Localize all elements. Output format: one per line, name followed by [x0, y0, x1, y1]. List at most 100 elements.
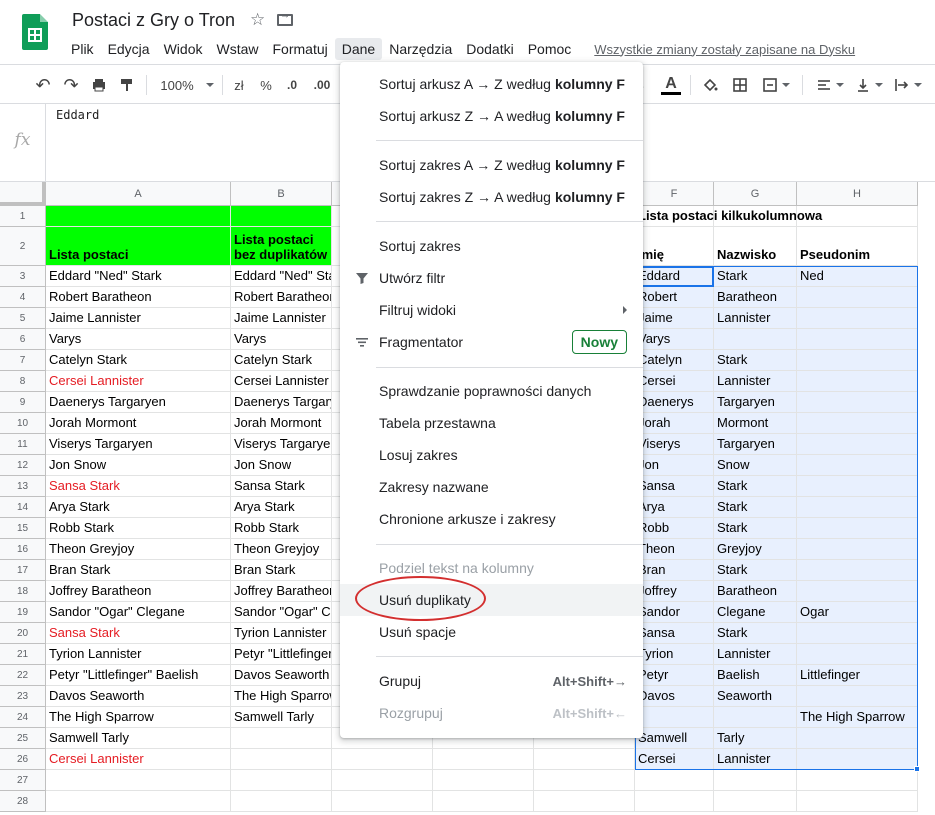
- cell[interactable]: [332, 791, 433, 812]
- cell[interactable]: [332, 749, 433, 770]
- cell[interactable]: Targaryen: [714, 392, 797, 413]
- cell[interactable]: Daenerys Targaryen: [46, 392, 231, 413]
- cell[interactable]: Cersei Lannister: [46, 371, 231, 392]
- cell[interactable]: Eddard "Ned" Stark: [231, 266, 332, 287]
- cell[interactable]: Arya Stark: [231, 497, 332, 518]
- row-header-11[interactable]: 11: [0, 434, 46, 455]
- menu-trim-whitespace[interactable]: Usuń spacje: [340, 616, 643, 648]
- fill-color-icon[interactable]: [700, 73, 720, 97]
- print-icon[interactable]: [88, 73, 110, 97]
- cell[interactable]: Baelish: [714, 665, 797, 686]
- cell[interactable]: [797, 476, 918, 497]
- text-color-button[interactable]: A: [660, 73, 682, 97]
- cell[interactable]: [433, 770, 534, 791]
- cell[interactable]: Daenerys: [635, 392, 714, 413]
- cell[interactable]: Catelyn Stark: [231, 350, 332, 371]
- cell[interactable]: Samwell Tarly: [231, 707, 332, 728]
- menu-slicer[interactable]: Fragmentator Nowy: [340, 326, 643, 358]
- row-header-21[interactable]: 21: [0, 644, 46, 665]
- cell[interactable]: [46, 791, 231, 812]
- row-header-17[interactable]: 17: [0, 560, 46, 581]
- cell[interactable]: Sandor: [635, 602, 714, 623]
- sheets-logo-icon[interactable]: [22, 14, 48, 50]
- cell[interactable]: Davos: [635, 686, 714, 707]
- cell[interactable]: Jorah: [635, 413, 714, 434]
- cell[interactable]: [797, 518, 918, 539]
- cell[interactable]: Stark: [714, 560, 797, 581]
- borders-icon[interactable]: [730, 73, 750, 97]
- menu-pomoc[interactable]: Pomoc: [521, 38, 579, 60]
- cell[interactable]: [797, 392, 918, 413]
- cell[interactable]: [797, 770, 918, 791]
- cell[interactable]: [797, 497, 918, 518]
- cell[interactable]: Pseudonim: [797, 227, 918, 266]
- cell[interactable]: [797, 329, 918, 350]
- cell[interactable]: Ogar: [797, 602, 918, 623]
- cell[interactable]: Tyrion Lannister: [46, 644, 231, 665]
- cell[interactable]: [797, 371, 918, 392]
- cell[interactable]: Sansa: [635, 623, 714, 644]
- cell[interactable]: Eddard: [635, 266, 714, 287]
- cell[interactable]: Catelyn: [635, 350, 714, 371]
- menu-dane[interactable]: Dane: [334, 38, 383, 60]
- cell[interactable]: Robb Stark: [46, 518, 231, 539]
- currency-format-button[interactable]: zł: [229, 73, 249, 97]
- menu-group[interactable]: Grupuj Alt+Shift+→: [340, 665, 643, 697]
- row-header-13[interactable]: 13: [0, 476, 46, 497]
- cell[interactable]: Jon: [635, 455, 714, 476]
- cell[interactable]: Jorah Mormont: [231, 413, 332, 434]
- cell[interactable]: Robert Baratheon: [46, 287, 231, 308]
- row-header-27[interactable]: 27: [0, 770, 46, 791]
- cell[interactable]: [797, 581, 918, 602]
- cell[interactable]: [714, 329, 797, 350]
- cell[interactable]: The High Sparrow: [797, 707, 918, 728]
- cell[interactable]: [534, 791, 635, 812]
- cell[interactable]: Tarly: [714, 728, 797, 749]
- menu-formatuj[interactable]: Formatuj: [266, 38, 335, 60]
- cell[interactable]: [797, 644, 918, 665]
- cell[interactable]: Davos Seaworth: [46, 686, 231, 707]
- cell[interactable]: [797, 791, 918, 812]
- cell[interactable]: Stark: [714, 350, 797, 371]
- cell[interactable]: [46, 206, 231, 227]
- decrease-decimals-button[interactable]: .0: [281, 73, 303, 97]
- cell[interactable]: Robb: [635, 518, 714, 539]
- menu-named-ranges[interactable]: Zakresy nazwane: [340, 471, 643, 503]
- cell[interactable]: Samwell Tarly: [46, 728, 231, 749]
- star-icon[interactable]: ☆: [250, 10, 265, 30]
- row-header-26[interactable]: 26: [0, 749, 46, 770]
- row-header-4[interactable]: 4: [0, 287, 46, 308]
- cell[interactable]: Viserys Targaryen: [46, 434, 231, 455]
- cell[interactable]: Jon Snow: [46, 455, 231, 476]
- menu-wstaw[interactable]: Wstaw: [210, 38, 266, 60]
- cell[interactable]: Arya: [635, 497, 714, 518]
- cell[interactable]: [797, 308, 918, 329]
- column-header-a[interactable]: A: [46, 182, 231, 206]
- cell[interactable]: Snow: [714, 455, 797, 476]
- row-header-10[interactable]: 10: [0, 413, 46, 434]
- row-header-25[interactable]: 25: [0, 728, 46, 749]
- cell[interactable]: Varys: [46, 329, 231, 350]
- row-header-8[interactable]: 8: [0, 371, 46, 392]
- cell[interactable]: Nazwisko: [714, 227, 797, 266]
- menu-sort-sheet-za[interactable]: Sortuj arkusz Z → A według kolumny F: [340, 100, 643, 132]
- cell[interactable]: Stark: [714, 476, 797, 497]
- document-title[interactable]: Postaci z Gry o Tron: [72, 10, 235, 31]
- cell[interactable]: Tyrion Lannister: [231, 623, 332, 644]
- menu-data-validation[interactable]: Sprawdzanie poprawności danych: [340, 375, 643, 407]
- cell[interactable]: Mormont: [714, 413, 797, 434]
- text-wrap-icon[interactable]: [890, 73, 926, 97]
- cell[interactable]: [714, 707, 797, 728]
- cell[interactable]: [433, 791, 534, 812]
- row-header-9[interactable]: 9: [0, 392, 46, 413]
- cell[interactable]: Viserys: [635, 434, 714, 455]
- cell[interactable]: Cersei: [635, 371, 714, 392]
- fill-handle[interactable]: [914, 766, 920, 772]
- cell[interactable]: Sandor "Ogar" Clegane: [231, 602, 332, 623]
- cell[interactable]: Viserys Targaryen: [231, 434, 332, 455]
- column-header-b[interactable]: B: [231, 182, 332, 206]
- cell[interactable]: Petyr "Littlefinger" Baelish: [46, 665, 231, 686]
- menu-plik[interactable]: Plik: [64, 38, 101, 60]
- increase-decimals-button[interactable]: .00: [309, 73, 335, 97]
- cell[interactable]: The High Sparrow: [231, 686, 332, 707]
